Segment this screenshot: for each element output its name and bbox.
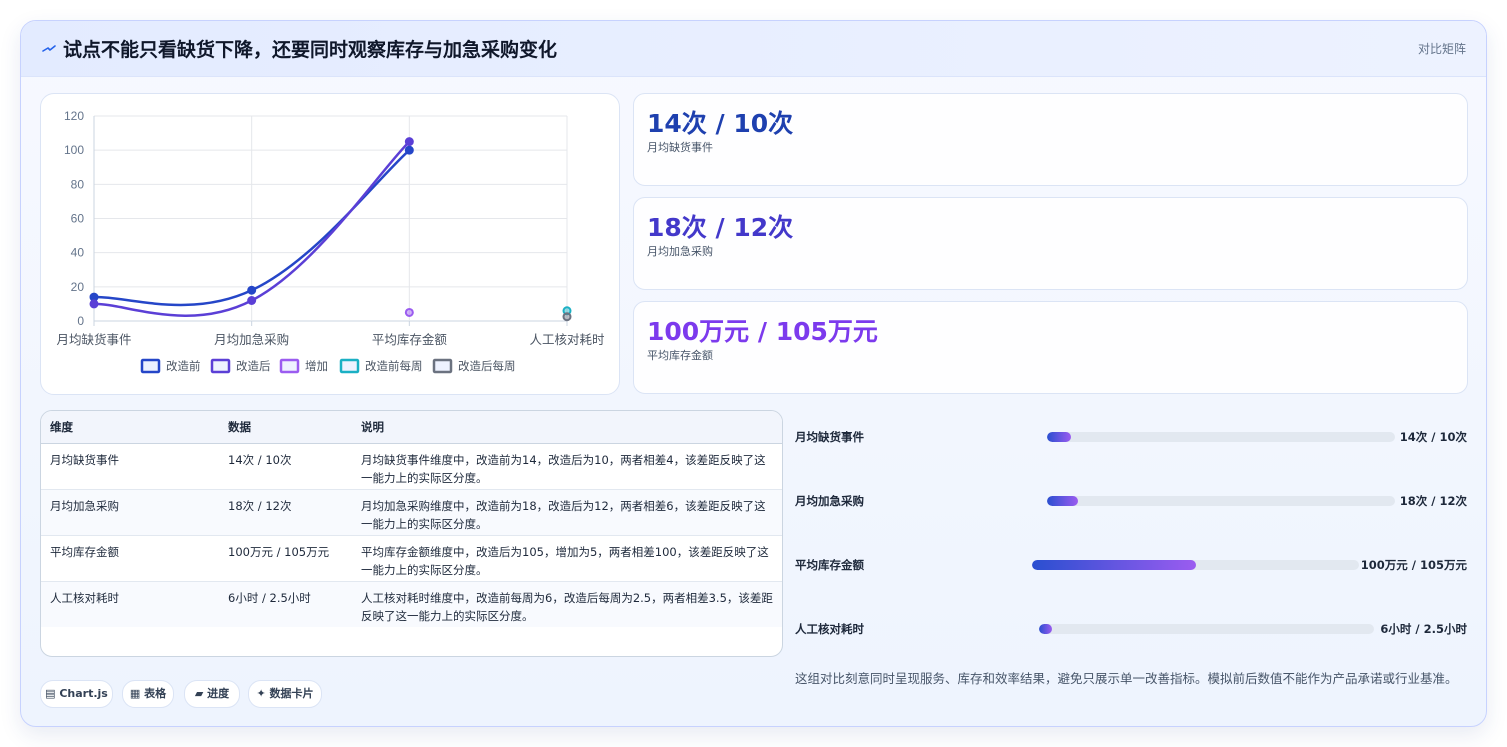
legend-label: 改造前每周 xyxy=(365,359,423,373)
data-table: 维度 数据 说明 月均缺货事件 14次 / 10次 月均缺货事件维度中，改造前为… xyxy=(40,410,783,657)
footnote: 这组对比刻意同时呈现服务、库存和效率结果，避免只展示单一改善指标。模拟前后数值不… xyxy=(795,671,1458,686)
progress-label: 人工核对耗时 xyxy=(795,622,864,636)
header-tag: 对比矩阵 xyxy=(1417,42,1466,56)
progress-track xyxy=(1047,496,1395,506)
progress-value: 6小时 / 2.5小时 xyxy=(1380,622,1467,636)
progress-row-stockout: 月均缺货事件 14次 / 10次 xyxy=(795,427,1467,447)
progress-value: 100万元 / 105万元 xyxy=(1360,558,1467,572)
progress-fill xyxy=(1047,432,1072,442)
progress-fill xyxy=(1032,560,1196,570)
data-point xyxy=(247,285,257,295)
legend-label: 增加 xyxy=(305,359,328,373)
stat-value: 18次 / 12次 xyxy=(647,213,794,242)
table-cell: 14次 / 10次 xyxy=(219,443,352,490)
comparison-card: 试点不能只看缺货下降，还要同时观察库存与加急采购变化 对比矩阵 0 20 40 60 8… xyxy=(20,20,1487,727)
legend-label: 改造前 xyxy=(166,359,201,373)
stat-label: 平均库存金额 xyxy=(647,349,713,362)
legend-swatch xyxy=(339,358,360,374)
table-cell: 月均缺货事件 xyxy=(41,443,219,490)
data-card-chip[interactable]: ✦ 数据卡片 xyxy=(248,680,322,708)
card-header: 试点不能只看缺货下降，还要同时观察库存与加急采购变化 对比矩阵 xyxy=(21,21,1486,77)
y-tick-label: 20 xyxy=(71,280,85,294)
table-cell: 6小时 / 2.5小时 xyxy=(228,590,311,605)
x-tick-label: 人工核对耗时 xyxy=(529,332,605,347)
stat-card-urgent-purchase: 18次 / 12次 月均加急采购 xyxy=(633,197,1468,290)
progress-label: 月均加急采购 xyxy=(795,494,864,508)
data-point xyxy=(247,296,257,305)
progress-track xyxy=(1039,624,1374,634)
table-header-row: 维度 数据 说明 xyxy=(41,411,782,444)
stat-card-stockout: 14次 / 10次 月均缺货事件 xyxy=(633,93,1468,186)
y-tick-label: 0 xyxy=(77,314,84,328)
table-chip[interactable]: ▦ 表格 xyxy=(122,680,174,708)
table-header-dimension: 维度 xyxy=(41,411,219,444)
chart-svg: 020406080100120月均缺货事件 月均加急采购 平均库存金额 人工核对耗时改… xyxy=(56,109,605,374)
stat-value: 14次 / 10次 xyxy=(647,109,794,138)
y-tick-label: 100 xyxy=(64,143,84,157)
legend-label: 改造后 xyxy=(236,359,271,373)
progress-label: 平均库存金额 xyxy=(795,558,864,572)
table-cell: 月均加急采购维度中，改造前为18，改造后为12，两者相差6，该差距反映了这一能力… xyxy=(352,489,782,536)
progress-row-inventory: 平均库存金额 100万元 / 105万元 xyxy=(795,555,1467,575)
table-cell: 月均加急采购 xyxy=(41,489,219,536)
table-cell: 平均库存金额维度中，改造后为105，增加为5，两者相差100，该差距反映了这一能… xyxy=(352,535,782,582)
progress-track xyxy=(1032,560,1359,570)
table-row: 平均库存金额 100万元 / 105万元 平均库存金额维度中，改造后为105，增… xyxy=(41,535,782,582)
data-point xyxy=(404,137,414,147)
y-tick-label: 40 xyxy=(71,246,85,260)
table-row: 月均加急采购 18次 / 12次 月均加急采购维度中，改造前为18，改造后为12… xyxy=(41,489,782,536)
y-tick-label: 60 xyxy=(71,212,85,226)
stat-label: 月均缺货事件 xyxy=(647,141,713,154)
progress-chip[interactable]: ▰ 进度 xyxy=(184,680,240,708)
data-point xyxy=(404,145,414,155)
stat-value: 100万元 / 105万元 xyxy=(647,317,878,346)
progress-track xyxy=(1047,432,1395,442)
stat-card-inventory: 100万元 / 105万元 平均库存金额 xyxy=(633,301,1468,394)
table-cell: 人工核对耗时 xyxy=(50,590,119,605)
table-cell: 月均缺货事件维度中，改造前为14，改造后为10，两者相差4，该差距反映了这一能力… xyxy=(352,443,782,490)
table-header-description: 说明 xyxy=(352,411,782,444)
chart-chip[interactable]: ▤ Chart.js xyxy=(40,680,113,708)
stat-label: 月均加急采购 xyxy=(647,245,713,258)
x-tick-label: 月均缺货事件 xyxy=(56,332,131,347)
y-tick-label: 80 xyxy=(71,177,85,191)
page-title: 试点不能只看缺货下降，还要同时观察库存与加急采购变化 xyxy=(63,39,558,61)
legend-swatch xyxy=(140,358,161,374)
progress-fill xyxy=(1039,624,1053,634)
progress-label: 月均缺货事件 xyxy=(795,430,864,444)
x-tick-label: 月均加急采购 xyxy=(214,332,289,347)
y-tick-label: 120 xyxy=(64,109,84,123)
trend-icon xyxy=(42,45,56,52)
table-cell: 18次 / 12次 xyxy=(219,489,352,536)
progress-row-manual-check: 人工核对耗时 6小时 / 2.5小时 xyxy=(795,619,1467,639)
progress-row-urgent-purchase: 月均加急采购 18次 / 12次 xyxy=(795,491,1467,511)
x-tick-label: 平均库存金额 xyxy=(372,332,448,347)
data-point xyxy=(404,307,414,317)
table-header-data: 数据 xyxy=(219,411,352,444)
progress-fill xyxy=(1047,496,1079,506)
legend-swatch xyxy=(279,358,300,374)
legend-label: 改造后每周 xyxy=(458,359,516,373)
line-chart: 0 20 40 60 80 100 120 月均缺货事件 月均加急采购 平均库存金额 人工核对耗时改… xyxy=(40,93,620,395)
table-cell: 人工核对耗时维度中，改造前每周为6，改造后每周为2.5，两者相差3.5，该差距反… xyxy=(361,590,773,623)
table-cell: 100万元 / 105万元 xyxy=(219,535,352,582)
progress-value: 18次 / 12次 xyxy=(1399,494,1467,508)
table-cell: 平均库存金额 xyxy=(41,535,219,582)
data-point xyxy=(562,312,572,322)
data-point xyxy=(89,299,99,309)
table-row: 人工核对耗时 6小时 / 2.5小时 人工核对耗时维度中，改造前每周为6，改造后… xyxy=(41,581,782,627)
legend-swatch xyxy=(210,358,231,374)
progress-value: 14次 / 10次 xyxy=(1399,430,1467,444)
table-row: 月均缺货事件 14次 / 10次 月均缺货事件维度中，改造前为14，改造后为10… xyxy=(41,443,782,490)
legend-swatch xyxy=(432,358,453,374)
